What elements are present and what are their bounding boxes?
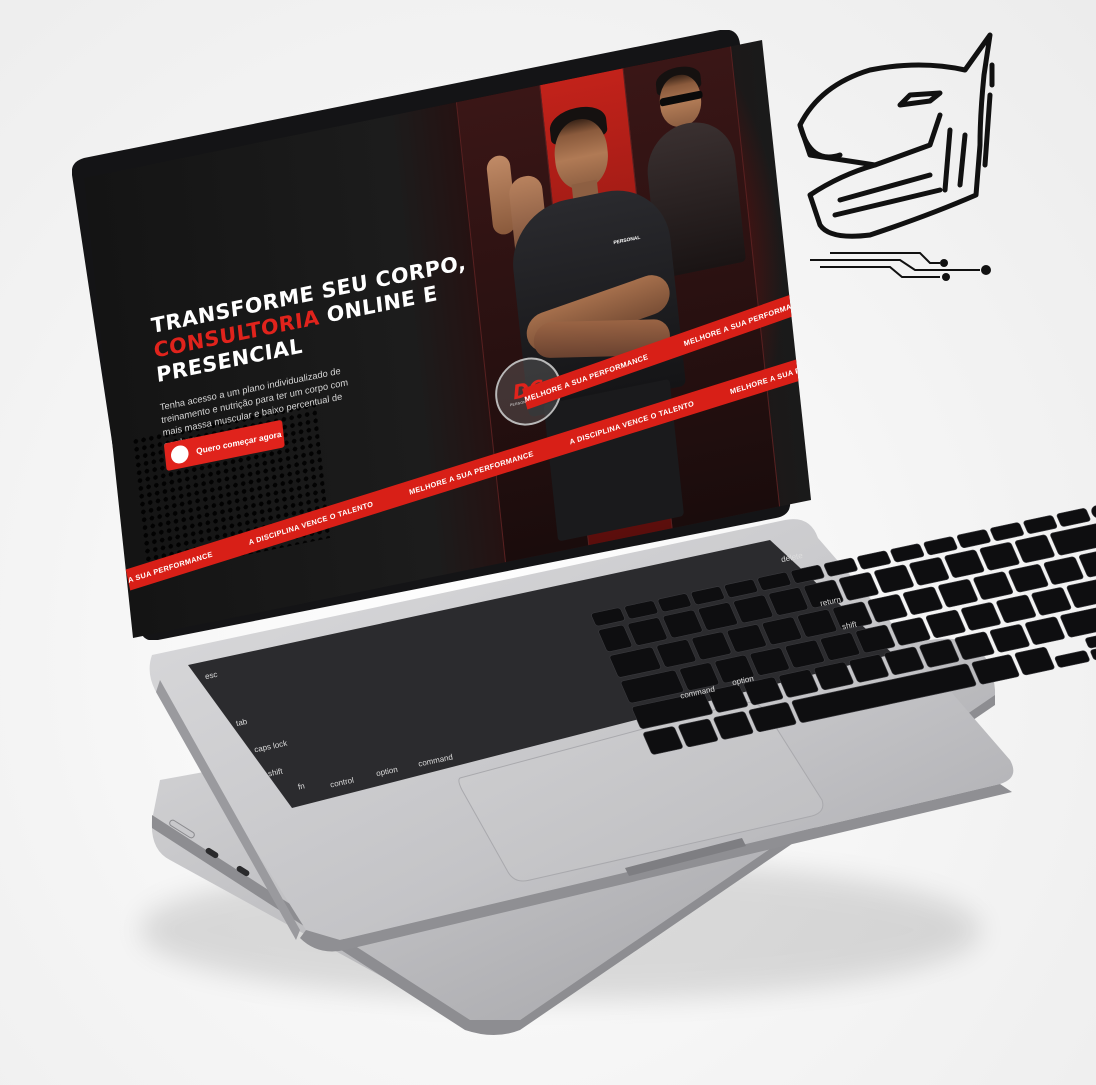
hero-title: TRANSFORME SEU CORPO, CONSULTORIA ONLINE… [150,248,487,388]
mockup-stage: esc tab caps lock shift fn control optio… [0,0,1096,1085]
marquee-lower-item: A SUA PERFORMANCE [127,549,214,585]
hawk-circuit-logo [797,32,995,281]
cta-circle-icon [170,443,190,466]
key-esc [591,607,625,627]
hero-copy: TRANSFORME SEU CORPO, CONSULTORIA ONLINE… [150,248,495,472]
circuit-node-icon [981,265,991,275]
